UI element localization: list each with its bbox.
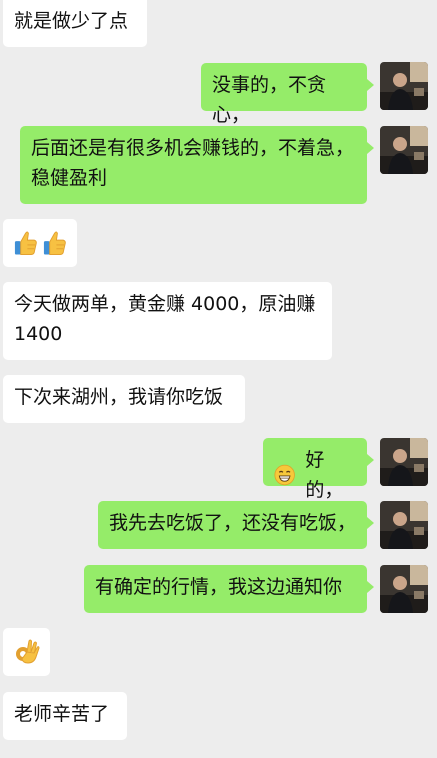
grinning-face-icon: [274, 464, 295, 486]
received-message[interactable]: 老师辛苦了: [3, 692, 127, 740]
ok-hand-icon: [16, 639, 40, 664]
message-text: 就是做少了点: [14, 10, 129, 32]
sent-message[interactable]: 有确定的行情，我这边通知你: [84, 565, 374, 613]
message-text: 好的，: [305, 449, 344, 501]
message-text: 有确定的行情，我这边通知你: [95, 576, 343, 598]
message-text: 后面还是有很多机会赚钱的，不着急，稳健盈利: [31, 137, 355, 189]
received-message[interactable]: 就是做少了点: [3, 0, 147, 47]
avatar-photo-icon: [380, 565, 428, 613]
sent-message[interactable]: 我先去吃饭了，还没有吃饭，: [98, 501, 374, 549]
avatar[interactable]: [380, 438, 428, 486]
avatar-photo-icon: [380, 438, 428, 486]
avatar-photo-icon: [380, 62, 428, 110]
avatar[interactable]: [380, 62, 428, 110]
avatar[interactable]: [380, 565, 428, 613]
message-text: 下次来湖州，我请你吃饭: [14, 386, 224, 408]
thumbs-up-icon: [43, 231, 66, 256]
avatar[interactable]: [380, 126, 428, 174]
received-emoji-message[interactable]: [3, 628, 50, 676]
thumbs-up-icon: [14, 231, 37, 256]
message-text: 老师辛苦了: [14, 703, 110, 725]
avatar-photo-icon: [380, 126, 428, 174]
message-text: 我先去吃饭了，还没有吃饭，: [109, 512, 357, 534]
avatar-photo-icon: [380, 501, 428, 549]
received-emoji-message[interactable]: [3, 219, 77, 267]
avatar[interactable]: [380, 501, 428, 549]
received-message[interactable]: 今天做两单，黄金赚 4000，原油赚 1400: [3, 282, 332, 360]
message-text: 今天做两单，黄金赚 4000，原油赚 1400: [14, 293, 316, 345]
message-text: 没事的，不贪心，: [212, 74, 327, 126]
sent-message[interactable]: 后面还是有很多机会赚钱的，不着急，稳健盈利: [20, 126, 374, 204]
received-message[interactable]: 下次来湖州，我请你吃饭: [3, 375, 245, 423]
sent-message[interactable]: 好的，: [263, 438, 374, 501]
sent-message[interactable]: 没事的，不贪心，: [201, 63, 374, 126]
